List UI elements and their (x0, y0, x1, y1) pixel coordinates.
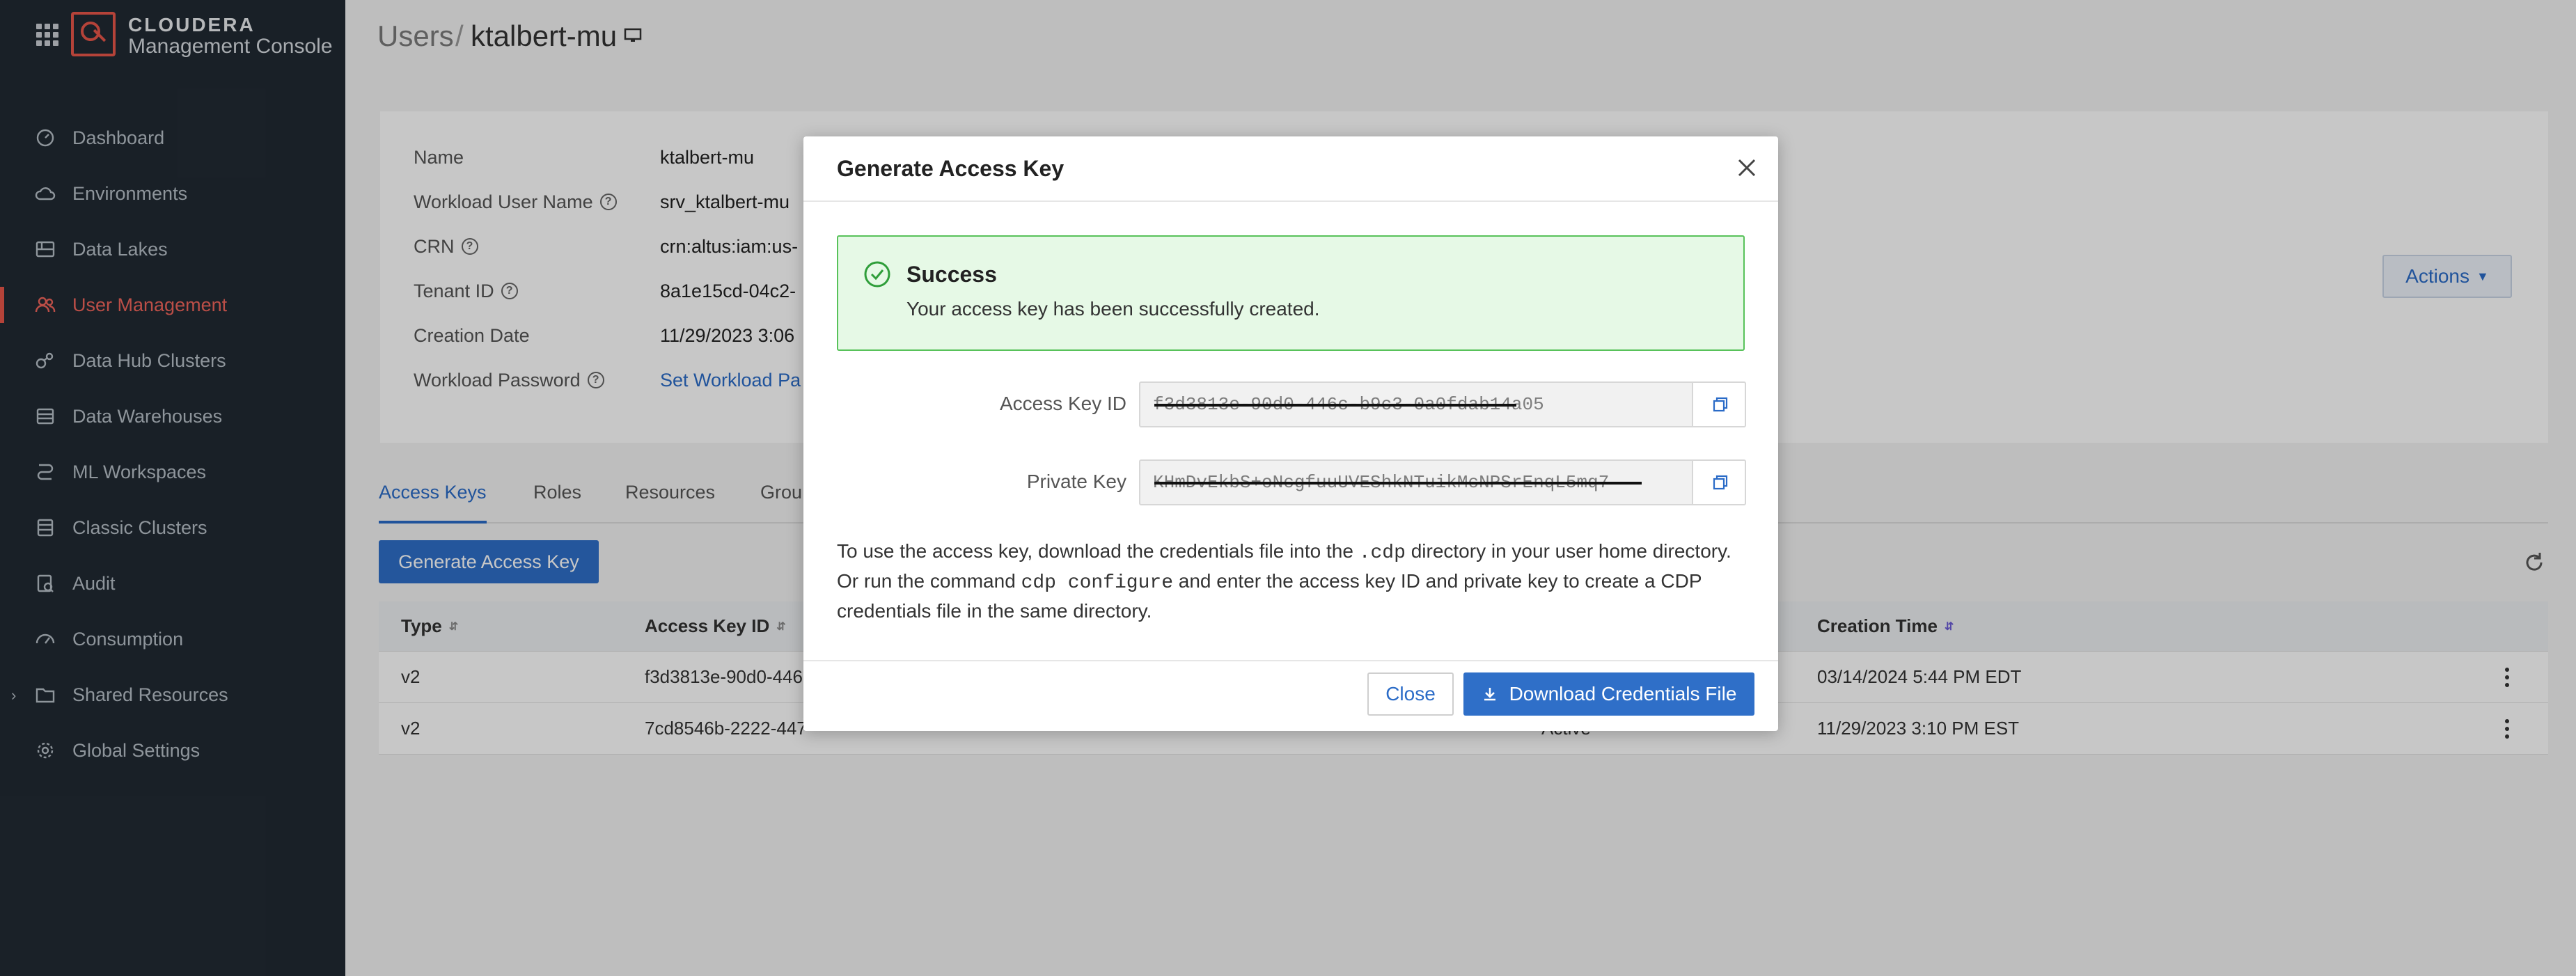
private-key-label: Private Key (1026, 471, 1126, 492)
download-credentials-button[interactable]: Download Credentials File (1463, 672, 1754, 716)
access-key-id-label: Access Key ID (999, 393, 1126, 414)
close-button[interactable]: Close (1367, 672, 1454, 716)
modal-title: Generate Access Key (837, 156, 1065, 181)
success-title: Success (906, 262, 997, 287)
divider (803, 200, 1778, 202)
copy-icon (1713, 475, 1728, 490)
copy-icon (1713, 397, 1728, 412)
generate-access-key-modal: Generate Access Key Success Your access … (803, 136, 1778, 731)
check-circle-icon (864, 261, 890, 288)
redaction-line (1154, 482, 1642, 485)
close-icon[interactable] (1736, 157, 1757, 178)
private-key-field[interactable]: KHmDvEkbS+oNcgfuuUVEShkNTuikMcNPSrEnqL5m… (1139, 459, 1746, 505)
instructions-code: .cdp (1358, 542, 1406, 564)
download-icon (1484, 688, 1495, 701)
copy-access-key-button[interactable] (1692, 383, 1745, 426)
download-label: Download Credentials File (1509, 683, 1737, 705)
divider (803, 660, 1778, 661)
success-alert: Success Your access key has been success… (837, 235, 1745, 351)
success-message: Your access key has been successfully cr… (906, 298, 1320, 320)
instructions-text: To use the access key, download the cred… (837, 537, 1749, 625)
access-key-id-field[interactable]: f3d3813e-90d0-446c-b9c3-0a0fdab14a05 (1139, 381, 1746, 427)
instructions-part: To use the access key, download the cred… (837, 540, 1353, 562)
redaction-line (1154, 404, 1516, 407)
instructions-code: cdp configure (1021, 572, 1173, 594)
copy-private-key-button[interactable] (1692, 461, 1745, 504)
